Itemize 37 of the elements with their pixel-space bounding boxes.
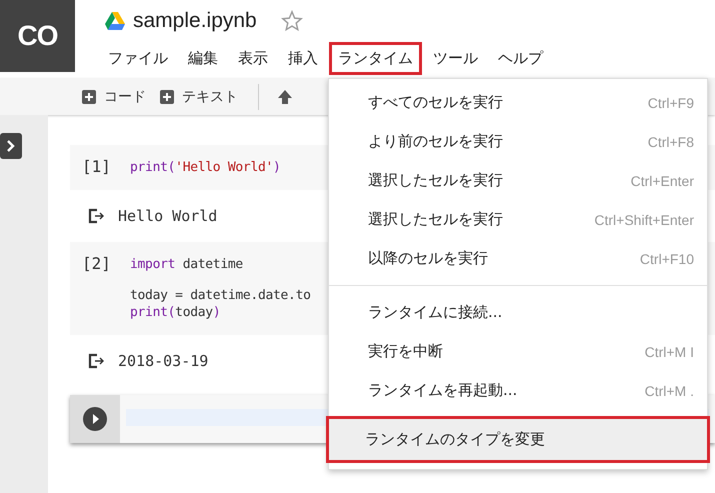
menu-item[interactable]: ファイル xyxy=(99,42,177,75)
code-line: print('Hello World') xyxy=(130,159,281,176)
triangle-logo-icon xyxy=(105,12,125,30)
menu-item[interactable]: 挿入 xyxy=(279,42,327,75)
menu-item[interactable]: 表示 xyxy=(229,42,277,75)
logo: CO xyxy=(0,0,75,72)
code-line: print(today) xyxy=(130,304,222,321)
menu-option[interactable]: ランタイムのタイプを変更 xyxy=(326,416,710,463)
menu-option[interactable]: ランタイムを再起動... Ctrl+M . xyxy=(329,371,707,410)
plus-icon xyxy=(160,90,174,104)
output-icon xyxy=(88,208,104,224)
notebook-title[interactable]: sample.ipynb xyxy=(133,9,257,33)
add-button[interactable]: テキスト xyxy=(158,84,240,110)
execution-count: [2] xyxy=(82,254,112,275)
run-icon[interactable] xyxy=(83,407,107,431)
plus-icon xyxy=(82,90,96,104)
menu-option[interactable]: ランタイムに接続... xyxy=(329,293,707,332)
menu-option[interactable]: 選択したセルを実行 Ctrl+Enter xyxy=(329,161,707,200)
code-line: today = datetime.date.to xyxy=(130,287,311,304)
code-line: import datetime xyxy=(130,256,244,273)
execution-count: [1] xyxy=(82,157,112,176)
menu-option[interactable]: 選択したセルを実行 Ctrl+Shift+Enter xyxy=(329,200,707,239)
menu-option[interactable]: 実行を中断 Ctrl+M I xyxy=(329,332,707,371)
up-arrow-icon[interactable] xyxy=(277,88,293,104)
menu-option[interactable]: 以降のセルを実行 Ctrl+F10 xyxy=(329,239,707,278)
menu-option[interactable]: すべてのセルを実行 Ctrl+F9 xyxy=(329,83,707,122)
menu-item[interactable]: ヘルプ xyxy=(489,42,552,75)
menu-item[interactable]: ランタイム xyxy=(329,42,422,75)
output-text: Hello World xyxy=(118,207,218,225)
output-icon xyxy=(88,353,104,369)
expand-icon[interactable] xyxy=(0,133,22,159)
menu-item[interactable]: ツール xyxy=(424,42,487,75)
add-button[interactable]: コード xyxy=(80,84,148,110)
star-icon[interactable] xyxy=(280,10,303,32)
menu-item[interactable]: 編集 xyxy=(179,42,227,75)
menu-option[interactable]: より前のセルを実行 Ctrl+F8 xyxy=(329,122,707,161)
output-text: 2018-03-19 xyxy=(118,352,208,370)
